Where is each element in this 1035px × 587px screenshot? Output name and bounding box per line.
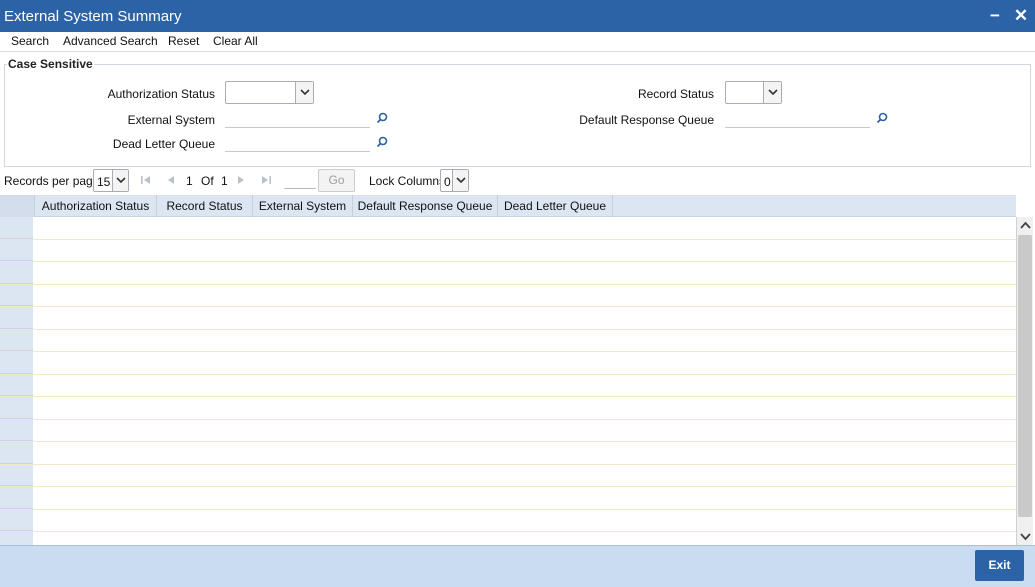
authorization-status-label: Authorization Status	[107, 87, 215, 101]
of-label: Of	[201, 174, 214, 188]
search-button[interactable]: Search	[11, 34, 49, 48]
row-selector-cell[interactable]	[0, 239, 33, 261]
table-row[interactable]	[0, 284, 1016, 307]
close-button[interactable]: ✕	[1012, 6, 1030, 26]
advanced-search-button[interactable]: Advanced Search	[63, 34, 158, 48]
select-all-cell[interactable]	[0, 195, 35, 217]
chevron-down-icon[interactable]	[295, 82, 313, 103]
next-page-icon[interactable]	[235, 174, 247, 186]
search-icon[interactable]	[376, 136, 388, 148]
chevron-down-icon[interactable]	[112, 170, 128, 191]
clear-all-button[interactable]: Clear All	[213, 34, 258, 48]
record-status-select[interactable]	[725, 81, 782, 104]
case-sensitive-legend: Case Sensitive	[7, 57, 94, 71]
row-selector-cell[interactable]	[0, 262, 33, 284]
chevron-down-icon[interactable]	[452, 170, 468, 191]
scroll-down-icon[interactable]	[1017, 528, 1034, 544]
current-page: 1	[186, 174, 193, 188]
row-selector-cell[interactable]	[0, 442, 33, 464]
scrollbar-thumb[interactable]	[1018, 235, 1032, 517]
go-button[interactable]: Go	[318, 169, 355, 192]
records-per-page-label: Records per page	[4, 174, 100, 188]
dead-letter-queue-input[interactable]	[225, 134, 370, 152]
row-selector-cell[interactable]	[0, 509, 33, 531]
column-header-external-system[interactable]: External System	[253, 195, 353, 217]
table-row[interactable]	[0, 307, 1016, 330]
search-icon[interactable]	[376, 112, 388, 124]
last-page-icon[interactable]	[260, 174, 272, 186]
table-row[interactable]	[0, 464, 1016, 487]
table-row[interactable]	[0, 397, 1016, 420]
go-to-page-input[interactable]	[284, 173, 316, 189]
row-selector-cell[interactable]	[0, 419, 33, 441]
table-row[interactable]	[0, 419, 1016, 442]
row-selector-cell[interactable]	[0, 329, 33, 351]
previous-page-icon[interactable]	[165, 174, 177, 186]
authorization-status-select[interactable]	[225, 81, 314, 104]
table-row[interactable]	[0, 374, 1016, 397]
row-selector-cell[interactable]	[0, 307, 33, 329]
row-selector-cell[interactable]	[0, 487, 33, 509]
row-selector-cell[interactable]	[0, 217, 33, 239]
results-grid: Authorization Status Record Status Exter…	[0, 195, 1035, 545]
external-system-label: External System	[127, 113, 215, 127]
column-header-authorization-status[interactable]: Authorization Status	[35, 195, 157, 217]
row-selector-cell[interactable]	[0, 397, 33, 419]
lock-columns-select[interactable]: 0	[440, 169, 469, 192]
lock-columns-value: 0	[444, 175, 451, 189]
row-selector-cell[interactable]	[0, 464, 33, 486]
table-row[interactable]	[0, 239, 1016, 262]
default-response-queue-input[interactable]	[725, 110, 870, 128]
reset-button[interactable]: Reset	[168, 34, 199, 48]
pagination-bar: Records per page 15 1 Of 1 Lock Columns …	[0, 168, 1035, 194]
toolbar: Search Advanced Search Reset Clear All	[0, 32, 1035, 52]
table-row[interactable]	[0, 509, 1016, 532]
exit-button[interactable]: Exit	[975, 550, 1024, 581]
lock-columns-label: Lock Columns	[369, 174, 446, 188]
default-response-queue-label: Default Response Queue	[579, 113, 714, 127]
column-header-record-status[interactable]: Record Status	[157, 195, 253, 217]
table-row[interactable]	[0, 262, 1016, 285]
chevron-down-icon[interactable]	[763, 82, 781, 103]
column-header-dead-letter-queue[interactable]: Dead Letter Queue	[498, 195, 613, 217]
table-row[interactable]	[0, 487, 1016, 510]
records-per-page-select[interactable]: 15	[93, 169, 129, 192]
minimize-button[interactable]: −	[986, 6, 1004, 26]
window-title: External System Summary	[4, 8, 182, 25]
record-status-label: Record Status	[637, 87, 714, 101]
search-icon[interactable]	[876, 112, 888, 124]
external-system-input[interactable]	[225, 110, 370, 128]
table-row[interactable]	[0, 532, 1016, 545]
row-selector-cell[interactable]	[0, 352, 33, 374]
title-bar: External System Summary − ✕	[0, 0, 1035, 32]
row-selector-cell[interactable]	[0, 284, 33, 306]
total-pages: 1	[221, 174, 228, 188]
scroll-up-icon[interactable]	[1017, 218, 1034, 234]
table-row[interactable]	[0, 329, 1016, 352]
grid-body	[0, 217, 1016, 545]
dead-letter-queue-label: Dead Letter Queue	[112, 137, 215, 151]
grid-header: Authorization Status Record Status Exter…	[0, 195, 1016, 217]
vertical-scrollbar[interactable]	[1016, 217, 1033, 545]
table-row[interactable]	[0, 352, 1016, 375]
footer-bar: Exit	[0, 545, 1035, 587]
column-header-default-response-queue[interactable]: Default Response Queue	[353, 195, 498, 217]
row-selector-cell[interactable]	[0, 374, 33, 396]
records-per-page-value: 15	[97, 175, 111, 189]
first-page-icon[interactable]	[140, 174, 152, 186]
table-row[interactable]	[0, 217, 1016, 240]
row-selector-cell[interactable]	[0, 532, 33, 545]
table-row[interactable]	[0, 442, 1016, 465]
